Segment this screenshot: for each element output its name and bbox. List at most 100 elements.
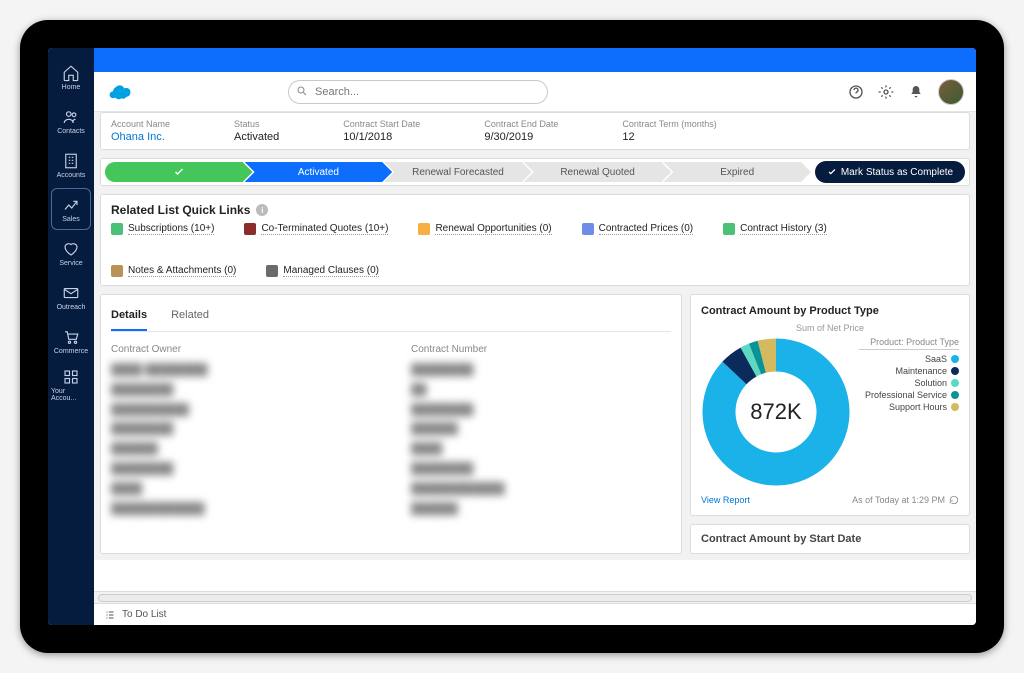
nav-label: Commerce	[54, 348, 88, 355]
summary-status: Status Activated	[234, 119, 279, 143]
asof-value: As of Today at 1:29 PM	[852, 495, 945, 505]
quick-link[interactable]: Notes & Attachments (0)	[111, 265, 236, 277]
quick-link[interactable]: Managed Clauses (0)	[266, 265, 379, 277]
field-label: Contract Term (months)	[622, 119, 716, 129]
check-icon	[827, 167, 837, 177]
donut-chart-card: Contract Amount by Product Type Sum of N…	[690, 294, 970, 516]
nav-contacts[interactable]: Contacts	[51, 100, 91, 142]
title-text: Related List Quick Links	[111, 203, 250, 217]
nav-label: Your Accou...	[51, 388, 91, 402]
nav-outreach[interactable]: Outreach	[51, 276, 91, 318]
quick-link[interactable]: Contract History (3)	[723, 223, 827, 235]
legend-title: Product: Product Type	[859, 337, 959, 350]
quick-link[interactable]: Contracted Prices (0)	[582, 223, 693, 235]
info-icon[interactable]: i	[256, 204, 268, 216]
record-summary: Account Name Ohana Inc. Status Activated…	[100, 112, 970, 150]
detail-col-right: Contract Number ████████████████████████…	[411, 344, 671, 519]
quick-link[interactable]: Co-Terminated Quotes (10+)	[244, 223, 388, 235]
sales-icon	[62, 196, 80, 214]
nav-label: Sales	[62, 216, 80, 223]
field-value: 9/30/2019	[484, 131, 558, 143]
horizontal-scrollbar[interactable]	[94, 591, 976, 603]
legend-item: Solution	[859, 378, 959, 388]
bell-icon[interactable]	[908, 84, 924, 100]
search-field[interactable]	[288, 80, 548, 104]
todo-label: To Do List	[122, 609, 166, 620]
details-card: Details Related Contract Owner ████ ████…	[100, 294, 682, 554]
lower-row: Details Related Contract Owner ████ ████…	[100, 294, 970, 554]
nav-label: Service	[59, 260, 82, 267]
ql-icon	[111, 223, 123, 235]
legend-label: Maintenance	[895, 366, 947, 376]
ql-text: Renewal Opportunities (0)	[435, 223, 551, 235]
grid-icon	[62, 368, 80, 386]
user-avatar[interactable]	[938, 79, 964, 105]
legend-dot	[951, 379, 959, 387]
nav-home[interactable]: Home	[51, 56, 91, 98]
account-link[interactable]: Ohana Inc.	[111, 131, 170, 143]
nav-service[interactable]: Service	[51, 232, 91, 274]
nav-sales[interactable]: Sales	[51, 188, 91, 230]
screen: Home Contacts Accounts Sales Service Out…	[48, 48, 976, 625]
side-column: Contract Amount by Product Type Sum of N…	[690, 294, 970, 554]
help-icon[interactable]	[848, 84, 864, 100]
nav-accounts[interactable]: Accounts	[51, 144, 91, 186]
cart-icon	[62, 328, 80, 346]
path-stage-renewal-quoted[interactable]: Renewal Quoted	[524, 162, 672, 182]
legend-label: Professional Service	[865, 390, 947, 400]
stage-path: Activated Renewal Forecasted Renewal Quo…	[100, 158, 970, 186]
contacts-icon	[62, 108, 80, 126]
scrollbar-thumb[interactable]	[98, 594, 972, 602]
nav-label: Home	[62, 84, 81, 91]
quick-link[interactable]: Renewal Opportunities (0)	[418, 223, 551, 235]
chart-title: Contract Amount by Product Type	[701, 305, 959, 317]
field-label: Account Name	[111, 119, 170, 129]
chart-legend: Product: Product Type SaaSMaintenanceSol…	[859, 337, 959, 414]
nav-commerce[interactable]: Commerce	[51, 320, 91, 362]
nav-label: Outreach	[57, 304, 86, 311]
ql-icon	[244, 223, 256, 235]
ql-text: Contracted Prices (0)	[599, 223, 693, 235]
quick-link[interactable]: Subscriptions (10+)	[111, 223, 214, 235]
chart-body: 872K Product: Product Type SaaSMaintenan…	[701, 337, 959, 487]
todo-bar[interactable]: To Do List	[94, 603, 976, 625]
field-label: Status	[234, 119, 279, 129]
search-icon	[296, 85, 308, 97]
field-value: Activated	[234, 131, 279, 143]
header-strip	[94, 48, 976, 72]
gear-icon[interactable]	[878, 84, 894, 100]
summary-term: Contract Term (months) 12	[622, 119, 716, 143]
path-stage-expired[interactable]: Expired	[663, 162, 811, 182]
quick-links-row: Subscriptions (10+) Co-Terminated Quotes …	[111, 223, 959, 277]
ql-icon	[723, 223, 735, 235]
tab-related[interactable]: Related	[171, 305, 209, 331]
ql-icon	[418, 223, 430, 235]
legend-dot	[951, 355, 959, 363]
view-report-link[interactable]: View Report	[701, 495, 750, 505]
content-area: Account Name Ohana Inc. Status Activated…	[94, 112, 976, 560]
tab-details[interactable]: Details	[111, 305, 147, 331]
summary-start-date: Contract Start Date 10/1/2018	[343, 119, 420, 143]
detail-col-left: Contract Owner ████ ████████████████████…	[111, 344, 371, 519]
field-value: 10/1/2018	[343, 131, 420, 143]
refresh-icon[interactable]	[949, 495, 959, 505]
topbar	[94, 72, 976, 112]
details-tabs: Details Related	[111, 305, 671, 332]
home-icon	[62, 64, 80, 82]
legend-dot	[951, 391, 959, 399]
field-label: Contract Owner	[111, 344, 371, 355]
nav-your-account[interactable]: Your Accou...	[51, 364, 91, 406]
path-stage-renewal-forecasted[interactable]: Renewal Forecasted	[384, 162, 532, 182]
legend-label: Support Hours	[889, 402, 947, 412]
path-stage-complete[interactable]	[105, 162, 253, 182]
mark-complete-button[interactable]: Mark Status as Complete	[815, 161, 965, 183]
ql-text: Managed Clauses (0)	[283, 265, 379, 277]
heart-icon	[62, 240, 80, 258]
blurred-content: ████ ███████████████████████████████████…	[111, 361, 371, 519]
field-label: Contract Number	[411, 344, 671, 355]
search-input[interactable]	[288, 80, 548, 104]
ql-text: Subscriptions (10+)	[128, 223, 214, 235]
list-icon	[104, 609, 116, 621]
path-stage-activated[interactable]: Activated	[245, 162, 393, 182]
quick-links-title: Related List Quick Links i	[111, 203, 959, 217]
